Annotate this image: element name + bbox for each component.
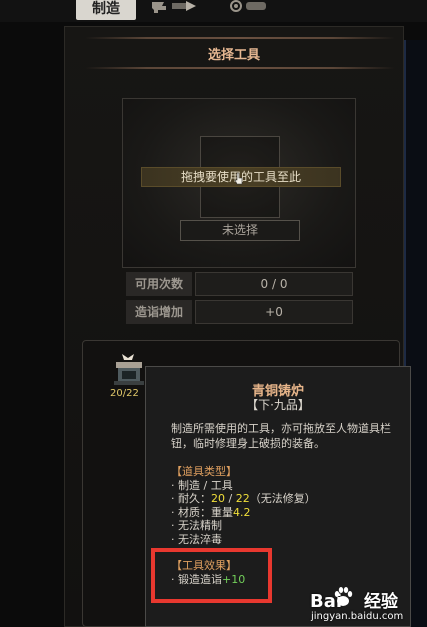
tab-craft[interactable]: 制造 [76, 0, 136, 20]
paw-icon [333, 586, 353, 608]
title-divider-bottom [85, 67, 395, 69]
durability-max: 22 [235, 492, 250, 505]
section-title: 选择工具 [207, 48, 260, 63]
tool-select-dropdown[interactable]: 未选择 [180, 220, 300, 241]
watermark-logo: Bai 经验 [310, 587, 398, 612]
anvil-tab-icon[interactable] [150, 0, 200, 14]
item-count: 20/22 [110, 388, 139, 399]
tooltip-description: 制造所需使用的工具，亦可拖放至人物道具栏钮，临时修理身上破损的装备。 [171, 422, 391, 450]
title-divider-top [85, 37, 395, 39]
gear-tab-icon[interactable] [224, 0, 274, 14]
bronze-furnace-icon[interactable] [108, 352, 148, 386]
watermark-url: jingyan.baidu.com [311, 611, 404, 622]
tooltip-material: · 材质：重量4.2 [171, 506, 251, 519]
tooltip-no-refine: · 无法精制 [171, 519, 222, 532]
tooltip-item-grade: 【下·九品】 [246, 398, 310, 412]
durability-label: · 耐久： [171, 492, 211, 505]
durability-separator: / [225, 492, 236, 505]
annotation-highlight-box [151, 548, 272, 603]
hand-cursor-icon [234, 171, 244, 185]
mastery-gain-value: +0 [195, 300, 353, 324]
tab-bar [0, 0, 427, 22]
material-weight: 4.2 [233, 506, 251, 519]
watermark-logo-right: 经验 [364, 592, 399, 612]
material-label: · 材质：重量 [171, 506, 233, 519]
tooltip-no-poison: · 无法淬毒 [171, 533, 222, 546]
durability-note: （无法修复） [249, 492, 316, 505]
mastery-gain-label: 造诣增加 [126, 300, 192, 324]
durability-current: 20 [211, 492, 225, 505]
uses-label: 可用次数 [126, 272, 192, 296]
uses-value: 0 / 0 [195, 272, 353, 296]
tooltip-type-header: 【道具类型】 [171, 465, 237, 478]
tooltip-durability: · 耐久：20 / 22（无法修复） [171, 492, 316, 505]
tooltip-type-value: · 制造 / 工具 [171, 479, 233, 492]
